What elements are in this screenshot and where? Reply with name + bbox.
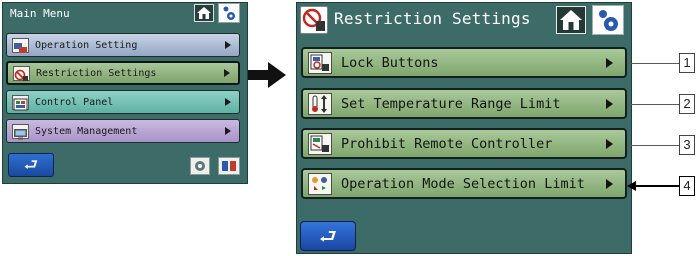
transition-arrow-shaft <box>248 70 270 80</box>
callout-leader <box>627 145 679 146</box>
main-menu-title: Main Menu <box>10 7 70 20</box>
control-panel-icon <box>12 94 29 110</box>
lock-buttons-icon <box>308 51 332 74</box>
menu-item-set-temperature-range-limit[interactable]: Set Temperature Range Limit <box>301 88 627 119</box>
restriction-settings-icon <box>300 6 328 34</box>
menu-item-label: Prohibit Remote Controller <box>341 135 553 152</box>
menu-item-label: Control Panel <box>35 96 114 108</box>
menu-item-operation-mode-selection-limit[interactable]: Operation Mode Selection Limit <box>301 168 627 199</box>
temperature-range-icon <box>308 92 332 115</box>
system-management-icon <box>12 123 29 139</box>
chevron-right-icon <box>606 57 613 68</box>
page-title: Restriction Settings <box>334 9 531 28</box>
menu-item-prohibit-remote-controller[interactable]: Prohibit Remote Controller <box>301 128 627 159</box>
back-arrow-icon: ⮐ <box>319 224 337 248</box>
chevron-right-icon <box>606 178 613 189</box>
back-arrow-icon: ⮐ <box>23 155 39 174</box>
menu-item-label: System Management <box>35 125 138 137</box>
menu-item-lock-buttons[interactable]: Lock Buttons <box>301 47 627 78</box>
restriction-settings-icon <box>13 65 30 81</box>
menu-item-label: Operation Mode Selection Limit <box>341 175 585 192</box>
back-button[interactable]: ⮐ <box>8 153 54 177</box>
chevron-right-icon <box>225 127 231 135</box>
callout-leader <box>627 63 679 64</box>
home-icon[interactable] <box>556 6 586 34</box>
operation-setting-icon <box>12 37 29 53</box>
maintenance-tool-icon[interactable] <box>218 3 240 23</box>
settings-icon[interactable] <box>190 157 210 175</box>
chevron-right-icon <box>606 98 613 109</box>
transition-arrow-icon <box>268 62 286 88</box>
chevron-right-icon <box>225 41 231 49</box>
chevron-right-icon <box>225 98 231 106</box>
menu-item-label: Set Temperature Range Limit <box>341 95 561 112</box>
callout-1: 1 <box>679 53 695 73</box>
menu-item-operation-setting[interactable]: Operation Setting <box>6 33 240 57</box>
back-button[interactable]: ⮐ <box>300 221 356 251</box>
maintenance-tool-icon[interactable] <box>592 5 624 35</box>
menu-item-restriction-settings[interactable]: Restriction Settings <box>6 61 240 85</box>
callout-3: 3 <box>679 135 695 155</box>
menu-item-label: Restriction Settings <box>36 67 157 79</box>
menu-item-system-management[interactable]: System Management <box>6 119 240 143</box>
chevron-right-icon <box>606 138 613 149</box>
home-icon[interactable] <box>194 4 214 22</box>
callout-leader <box>627 104 679 105</box>
menu-item-control-panel[interactable]: Control Panel <box>6 90 240 114</box>
menu-item-label: Operation Setting <box>35 39 138 51</box>
menu-item-label: Lock Buttons <box>341 54 439 71</box>
chevron-right-icon <box>224 69 230 77</box>
info-icon[interactable] <box>218 157 240 175</box>
callout-2: 2 <box>679 94 695 114</box>
callout-4: 4 <box>679 176 695 196</box>
callout-leader <box>636 185 679 187</box>
prohibit-remote-icon <box>308 132 332 155</box>
mode-selection-icon <box>308 172 332 195</box>
callout-arrow-icon <box>627 181 636 191</box>
